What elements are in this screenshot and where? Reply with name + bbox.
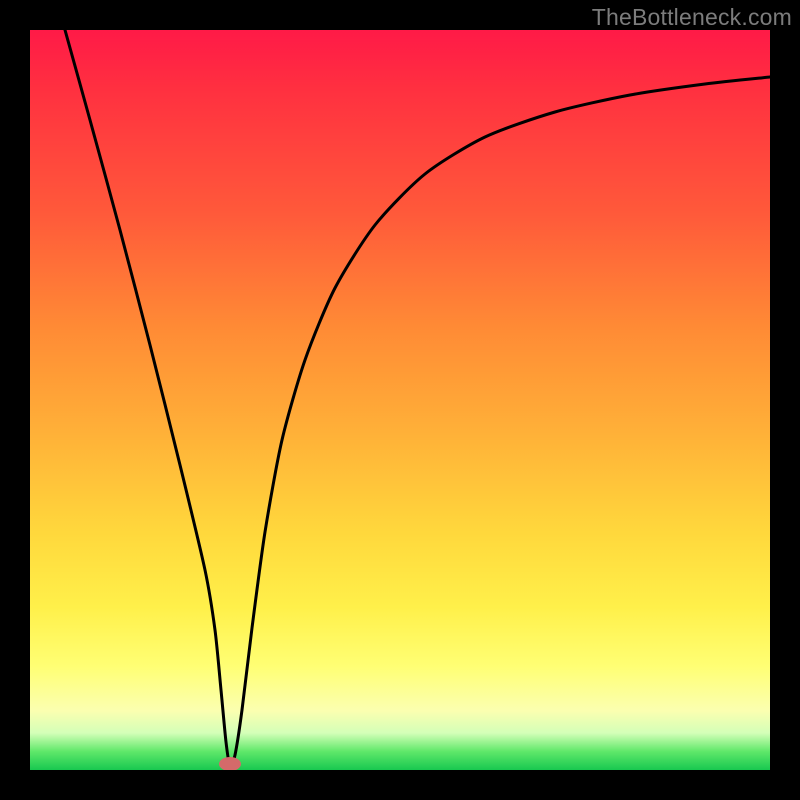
watermark-text: TheBottleneck.com xyxy=(592,4,792,31)
plot-area xyxy=(30,30,770,770)
curve-min-marker xyxy=(219,757,241,770)
bottleneck-curve xyxy=(65,30,770,766)
chart-container: TheBottleneck.com xyxy=(0,0,800,800)
curve-svg xyxy=(30,30,770,770)
